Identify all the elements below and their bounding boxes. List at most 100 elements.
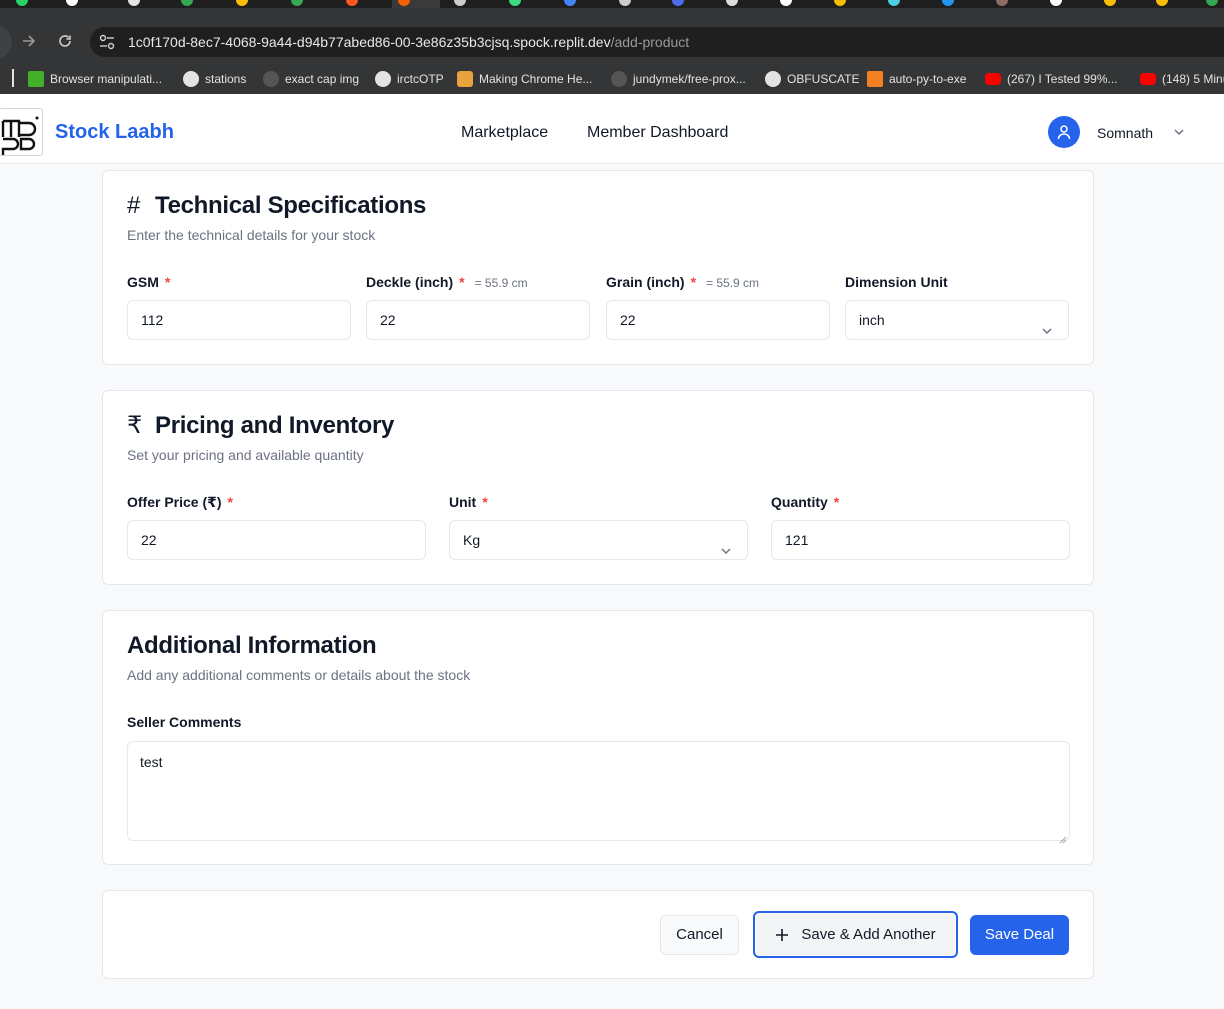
bookmarks-separator: [12, 69, 14, 87]
chevron-down-icon[interactable]: [1172, 125, 1186, 139]
deckle-input[interactable]: 22: [366, 300, 590, 340]
card-subtitle: Add any additional comments or details a…: [127, 667, 471, 683]
browser-tab[interactable]: [882, 0, 920, 8]
browser-tab[interactable]: [720, 0, 758, 8]
pricing-inventory-card: ₹ Pricing and Inventory Set your pricing …: [102, 390, 1094, 585]
browser-tab[interactable]: [1200, 0, 1224, 8]
dimension-unit-label: Dimension Unit: [845, 274, 948, 290]
browser-tab[interactable]: [60, 0, 98, 8]
address-bar[interactable]: 1c0f170d-8ec7-4068-9a44-d94b77abed86-00-…: [90, 27, 1224, 57]
browser-tab[interactable]: [613, 0, 651, 8]
offer-price-label: Offer Price (₹) *: [127, 494, 233, 510]
bookmark-item[interactable]: exact cap img: [263, 71, 359, 87]
youtube-icon: [985, 73, 1001, 85]
browser-tab[interactable]: [828, 0, 866, 8]
bookmark-item[interactable]: stations: [183, 71, 246, 87]
unit-select[interactable]: Kg: [449, 520, 748, 560]
quantity-label: Quantity *: [771, 494, 840, 510]
back-button[interactable]: [0, 25, 12, 59]
cancel-button[interactable]: Cancel: [660, 915, 739, 955]
save-add-another-button[interactable]: Save & Add Another: [753, 911, 958, 958]
resize-handle-icon[interactable]: [1059, 830, 1067, 844]
site-settings-icon[interactable]: [98, 34, 116, 50]
additional-information-card: Additional Information Add any additiona…: [102, 610, 1094, 865]
browser-tab[interactable]: [503, 0, 541, 8]
seller-comments-textarea[interactable]: test: [127, 741, 1070, 844]
stackoverflow-icon: [867, 71, 883, 87]
unit-value: Kg: [463, 532, 481, 548]
github-icon: [263, 71, 279, 87]
browser-tab[interactable]: [340, 0, 378, 8]
dimension-unit-value: inch: [859, 312, 885, 328]
browser-tab[interactable]: [448, 0, 486, 8]
plus-icon: [776, 928, 789, 941]
chevron-down-icon: [1040, 314, 1054, 335]
user-name[interactable]: Somnath: [1097, 124, 1153, 142]
bookmark-item[interactable]: (267) I Tested 99%...: [985, 71, 1118, 87]
selenium-icon: [28, 71, 44, 87]
card-title: # Technical Specifications: [127, 192, 427, 219]
url-text[interactable]: 1c0f170d-8ec7-4068-9a44-d94b77abed86-00-…: [128, 33, 689, 51]
technical-specifications-card: # Technical Specifications Enter the tech…: [102, 170, 1094, 365]
package-icon: [457, 71, 473, 87]
browser-tab[interactable]: [558, 0, 596, 8]
github-icon: [611, 71, 627, 87]
browser-tab[interactable]: [285, 0, 323, 8]
seller-comments-label: Seller Comments: [127, 714, 242, 730]
bookmark-item[interactable]: jundymek/free-prox...: [611, 71, 746, 87]
save-add-another-label: Save & Add Another: [801, 925, 936, 943]
browser-tab-active[interactable]: [392, 0, 440, 8]
quantity-input[interactable]: 121: [771, 520, 1070, 560]
user-avatar[interactable]: [1048, 116, 1080, 148]
bookmark-item[interactable]: OBFUSCATE: [765, 71, 859, 87]
hash-icon: #: [127, 192, 141, 219]
app-header: Stock Laabh Marketplace Member Dashboard…: [0, 94, 1224, 164]
card-title: ₹ Pricing and Inventory: [127, 412, 395, 439]
browser-tab-strip: [0, 0, 1224, 8]
bookmark-item[interactable]: auto-py-to-exe: [867, 71, 966, 87]
card-subtitle: Enter the technical details for your sto…: [127, 227, 376, 243]
grain-cm-hint: = 55.9 cm: [706, 276, 760, 290]
globe-icon: [765, 71, 781, 87]
save-deal-button[interactable]: Save Deal: [970, 915, 1069, 955]
forward-icon[interactable]: [17, 30, 41, 53]
seller-comments-value: test: [140, 754, 163, 770]
browser-tab[interactable]: [1098, 0, 1136, 8]
gsm-input[interactable]: 112: [127, 300, 351, 340]
reload-icon[interactable]: [53, 30, 77, 53]
user-icon: [1057, 125, 1071, 140]
dimension-unit-select[interactable]: inch: [845, 300, 1069, 340]
nav-member-dashboard[interactable]: Member Dashboard: [587, 123, 728, 143]
brand-name[interactable]: Stock Laabh: [55, 120, 174, 144]
github-icon: [375, 71, 391, 87]
rupee-icon: ₹: [127, 412, 142, 439]
grain-label: Grain (inch) * = 55.9 cm: [606, 274, 760, 290]
browser-tab[interactable]: [666, 0, 704, 8]
browser-toolbar: 1c0f170d-8ec7-4068-9a44-d94b77abed86-00-…: [0, 8, 1224, 64]
bookmark-item[interactable]: (148) 5 Minu: [1140, 71, 1224, 87]
browser-tab[interactable]: [10, 0, 48, 8]
bookmark-item[interactable]: Making Chrome He...: [457, 71, 592, 87]
browser-tab[interactable]: [175, 0, 213, 8]
bookmark-item[interactable]: Browser manipulati...: [28, 71, 162, 87]
brand-logo[interactable]: [0, 108, 43, 156]
browser-tab[interactable]: [936, 0, 974, 8]
browser-tab[interactable]: [990, 0, 1028, 8]
deckle-label: Deckle (inch) * = 55.9 cm: [366, 274, 528, 290]
youtube-icon: [1140, 73, 1156, 85]
nav-marketplace[interactable]: Marketplace: [461, 123, 548, 143]
offer-price-input[interactable]: 22: [127, 520, 426, 560]
chevron-down-icon: [719, 534, 733, 555]
browser-tab[interactable]: [1150, 0, 1188, 8]
deckle-cm-hint: = 55.9 cm: [474, 276, 528, 290]
card-title: Additional Information: [127, 632, 377, 659]
unit-label: Unit *: [449, 494, 488, 510]
grain-input[interactable]: 22: [606, 300, 830, 340]
browser-tab[interactable]: [1044, 0, 1082, 8]
gsm-label: GSM *: [127, 274, 171, 290]
card-subtitle: Set your pricing and available quantity: [127, 447, 364, 463]
browser-tab[interactable]: [122, 0, 160, 8]
bookmark-item[interactable]: irctcOTP: [375, 71, 444, 87]
browser-tab[interactable]: [774, 0, 812, 8]
browser-tab[interactable]: [230, 0, 268, 8]
